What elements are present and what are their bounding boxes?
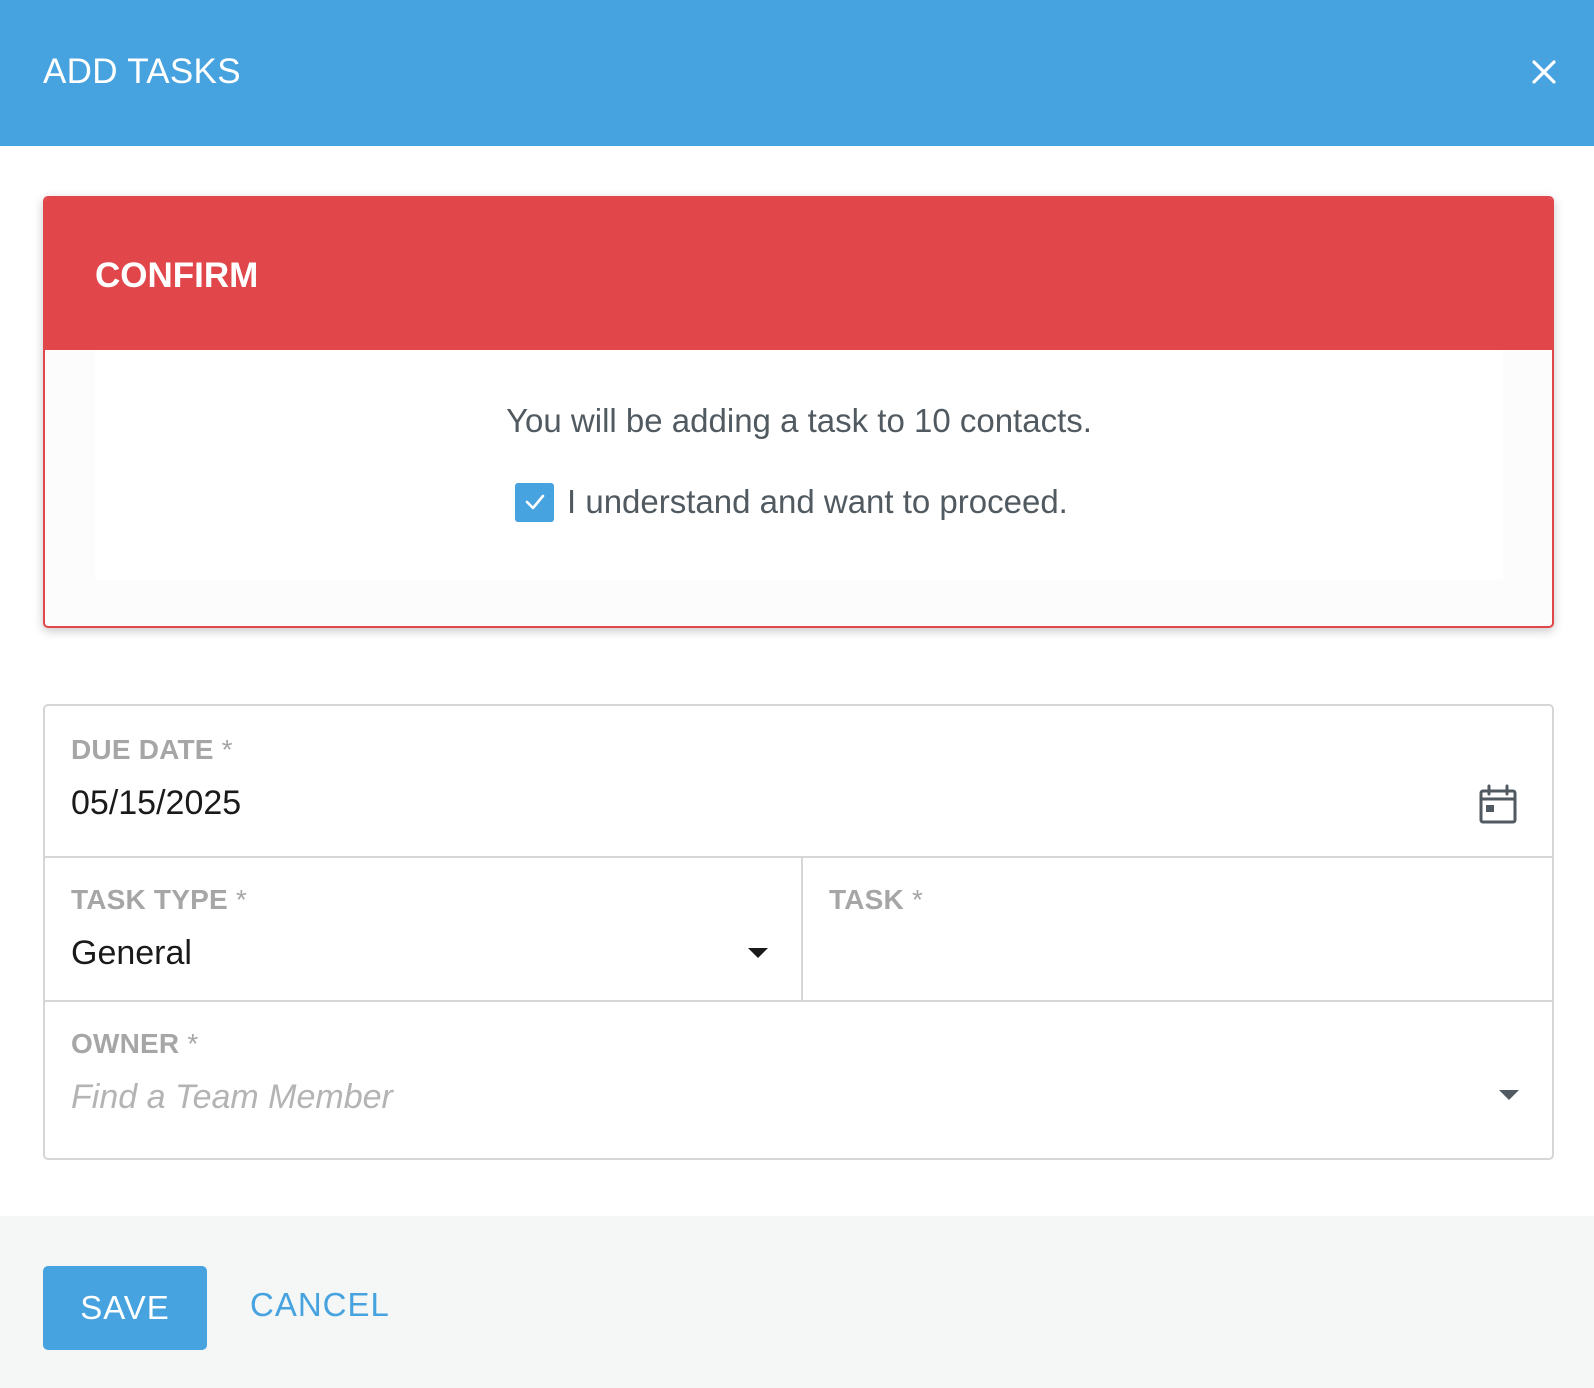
caret-down-icon[interactable] bbox=[1499, 1090, 1519, 1100]
task-type-value[interactable]: General bbox=[71, 934, 192, 973]
task-type-select[interactable]: TASK TYPE * General bbox=[45, 858, 801, 1000]
task-label: TASK * bbox=[829, 884, 924, 915]
required-mark: * bbox=[235, 884, 247, 915]
due-date-label: DUE DATE * bbox=[71, 734, 233, 765]
checkmark-icon bbox=[525, 494, 544, 510]
add-tasks-modal: ADD TASKS CONFIRM You will be adding a t… bbox=[0, 0, 1594, 1388]
owner-select[interactable]: OWNER * Find a Team Member bbox=[45, 1002, 1552, 1158]
proceed-checkbox-row[interactable]: I understand and want to proceed. bbox=[515, 480, 1068, 524]
modal-title: ADD TASKS bbox=[43, 52, 241, 91]
confirm-message: You will be adding a task to 10 contacts… bbox=[506, 402, 1092, 439]
confirm-body: You will be adding a task to 10 contacts… bbox=[95, 350, 1503, 580]
save-button[interactable]: SAVE bbox=[43, 1266, 207, 1350]
due-date-field[interactable]: DUE DATE * 05/15/2025 bbox=[45, 706, 1552, 856]
confirm-panel: CONFIRM You will be adding a task to 10 … bbox=[43, 196, 1554, 628]
modal-header: ADD TASKS bbox=[0, 0, 1594, 146]
proceed-checkbox-label[interactable]: I understand and want to proceed. bbox=[567, 483, 1068, 521]
cancel-button[interactable]: CANCEL bbox=[250, 1286, 390, 1324]
proceed-checkbox[interactable] bbox=[515, 482, 554, 522]
owner-label: OWNER * bbox=[71, 1028, 199, 1059]
due-date-input[interactable]: 05/15/2025 bbox=[71, 784, 241, 823]
required-mark: * bbox=[221, 734, 233, 765]
required-mark: * bbox=[911, 884, 924, 915]
required-mark: * bbox=[187, 1028, 199, 1059]
modal-footer: SAVE CANCEL bbox=[0, 1216, 1594, 1388]
confirm-title: CONFIRM bbox=[95, 256, 259, 295]
task-form: DUE DATE * 05/15/2025 TASK TYPE * Genera… bbox=[43, 704, 1554, 1160]
task-field[interactable]: TASK * bbox=[803, 858, 1552, 1000]
confirm-header: CONFIRM bbox=[45, 198, 1552, 350]
close-icon[interactable] bbox=[1526, 54, 1562, 90]
caret-down-icon[interactable] bbox=[748, 948, 768, 958]
calendar-icon[interactable] bbox=[1477, 784, 1519, 826]
owner-search-input[interactable]: Find a Team Member bbox=[71, 1078, 393, 1117]
task-type-label: TASK TYPE * bbox=[71, 884, 247, 915]
